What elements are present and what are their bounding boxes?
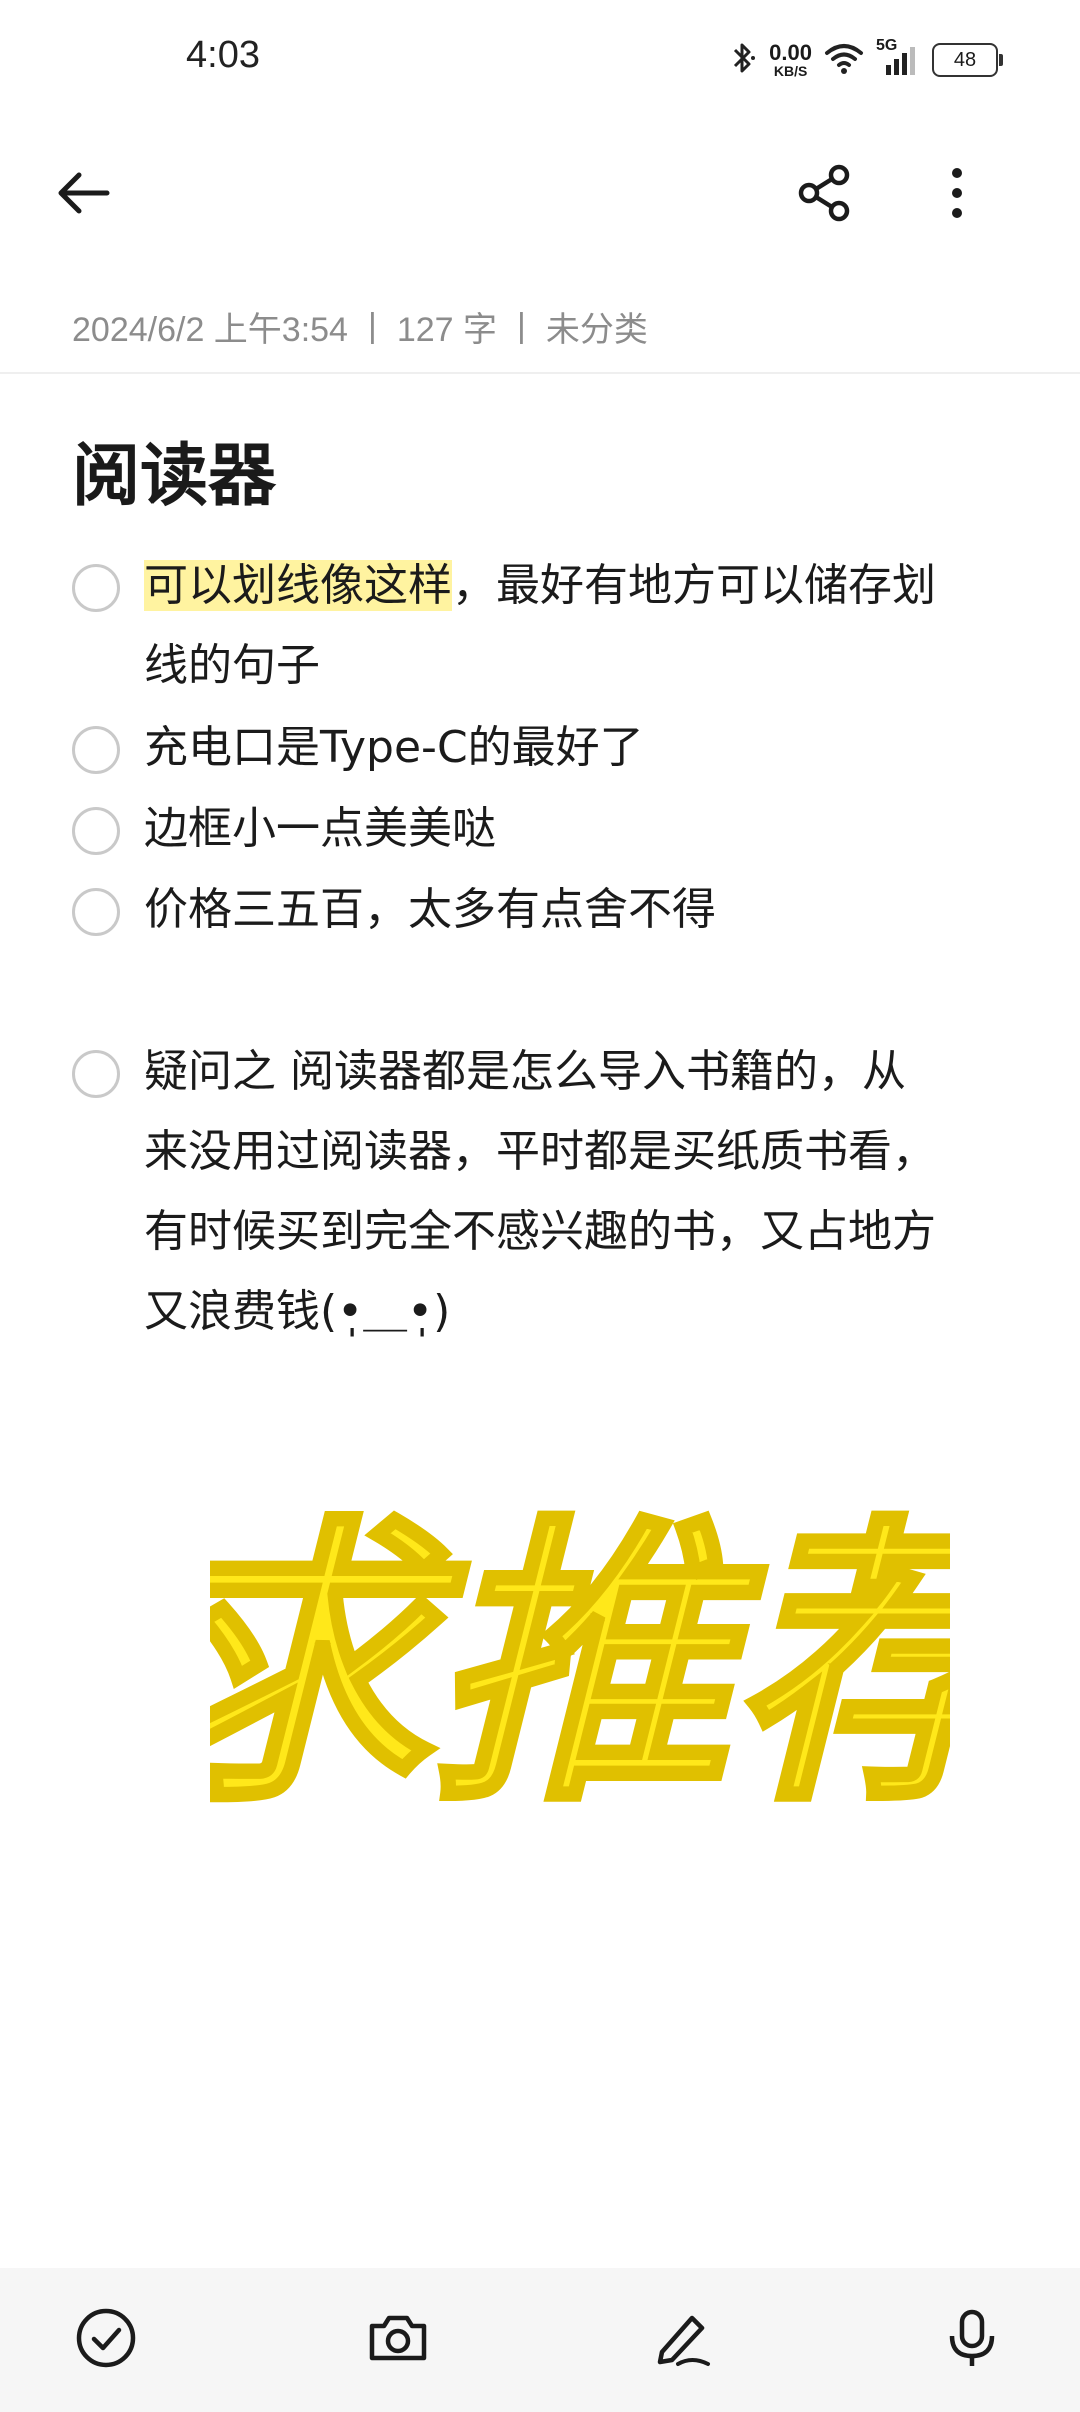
cellular-signal-icon: 5G bbox=[876, 37, 920, 77]
checklist-item: 疑问之 阅读器都是怎么导入书籍的，从 来没用过阅读器，平时都是买纸质书看， 有时… bbox=[72, 1036, 1012, 1366]
note-title[interactable]: 阅读器 bbox=[72, 420, 276, 519]
net-speed-value: 0.00 bbox=[769, 40, 812, 65]
handwritten-sticker: 求推荐 bbox=[127, 1440, 1080, 1860]
checklist-checkbox[interactable] bbox=[72, 1050, 120, 1098]
note-toolbar bbox=[0, 150, 1080, 250]
network-type-label: 5G bbox=[876, 37, 898, 54]
item-text-line: 线的句子 bbox=[144, 640, 320, 691]
pen-icon bbox=[652, 2306, 716, 2374]
bluetooth-icon bbox=[729, 40, 757, 80]
checklist-item-text[interactable]: 边框小一点美美哒 bbox=[144, 789, 1080, 869]
item-text-rest: ，最好有地方可以储存划 bbox=[452, 560, 936, 611]
note-category[interactable]: 未分类 bbox=[546, 302, 648, 351]
checklist-icon bbox=[74, 2306, 138, 2374]
more-options-button[interactable] bbox=[912, 150, 1002, 240]
bottom-action-bar bbox=[0, 2268, 1080, 2412]
item-text-line: 有时候买到完全不感兴趣的书，又占地方 bbox=[144, 1206, 936, 1257]
note-page: 4:03 0.00 KB/S 5G 48 2024/6/2 上午3:54 | 1… bbox=[0, 0, 1080, 2412]
sticker-text: 求推荐 bbox=[210, 1492, 950, 1841]
highlighted-text: 可以划线像这样 bbox=[144, 560, 452, 611]
back-button[interactable] bbox=[38, 150, 128, 240]
checklist-item-text[interactable]: 疑问之 阅读器都是怎么导入书籍的，从 来没用过阅读器，平时都是买纸质书看， 有时… bbox=[144, 1032, 1080, 1352]
back-arrow-icon bbox=[53, 168, 113, 222]
checklist-item-text[interactable]: 充电口是Type-C的最好了 bbox=[144, 708, 1080, 788]
checklist-checkbox[interactable] bbox=[72, 807, 120, 855]
voice-button[interactable] bbox=[936, 2304, 1008, 2376]
meta-divider bbox=[0, 372, 1080, 374]
checklist-checkbox[interactable] bbox=[72, 726, 120, 774]
checklist-button[interactable] bbox=[70, 2304, 142, 2376]
checklist-checkbox[interactable] bbox=[72, 888, 120, 936]
wifi-icon bbox=[824, 41, 864, 79]
note-meta: 2024/6/2 上午3:54 | 127 字 | 未分类 bbox=[72, 302, 648, 351]
checklist-item: 边框小一点美美哒 bbox=[72, 793, 1012, 873]
net-speed: 0.00 KB/S bbox=[769, 40, 812, 79]
checklist-item: 充电口是Type-C的最好了 bbox=[72, 712, 1012, 792]
checklist-item-text[interactable]: 价格三五百，太多有点舍不得 bbox=[144, 870, 1080, 950]
status-bar: 4:03 0.00 KB/S 5G 48 bbox=[0, 0, 1080, 120]
meta-separator: | bbox=[367, 307, 377, 345]
item-text-line: 又浪费钱(•̩̩̩̩＿•̩̩̩̩) bbox=[144, 1286, 451, 1337]
more-vertical-icon bbox=[947, 163, 967, 227]
checklist-item: 可以划线像这样，最好有地方可以储存划 线的句子 bbox=[72, 546, 1012, 706]
status-time: 4:03 bbox=[186, 34, 260, 76]
note-date: 2024/6/2 上午3:54 bbox=[72, 311, 348, 349]
checklist-item: 价格三五百，太多有点舍不得 bbox=[72, 874, 1012, 954]
camera-button[interactable] bbox=[362, 2304, 434, 2376]
status-icons: 0.00 KB/S 5G 48 bbox=[729, 36, 1003, 84]
checklist-item-text[interactable]: 可以划线像这样，最好有地方可以储存划 线的句子 bbox=[144, 546, 1080, 706]
camera-icon bbox=[366, 2306, 430, 2374]
checklist-checkbox[interactable] bbox=[72, 564, 120, 612]
share-icon bbox=[795, 163, 855, 227]
microphone-icon bbox=[940, 2306, 1004, 2374]
net-speed-unit: KB/S bbox=[773, 63, 808, 79]
draw-button[interactable] bbox=[648, 2304, 720, 2376]
item-text-line: 疑问之 阅读器都是怎么导入书籍的，从 bbox=[144, 1046, 906, 1097]
battery-indicator: 48 bbox=[932, 43, 1003, 77]
word-count: 127 字 bbox=[396, 311, 497, 349]
share-button[interactable] bbox=[780, 150, 870, 240]
meta-separator: | bbox=[517, 307, 526, 345]
item-text-line: 来没用过阅读器，平时都是买纸质书看， bbox=[144, 1126, 936, 1177]
battery-level: 48 bbox=[953, 48, 977, 71]
